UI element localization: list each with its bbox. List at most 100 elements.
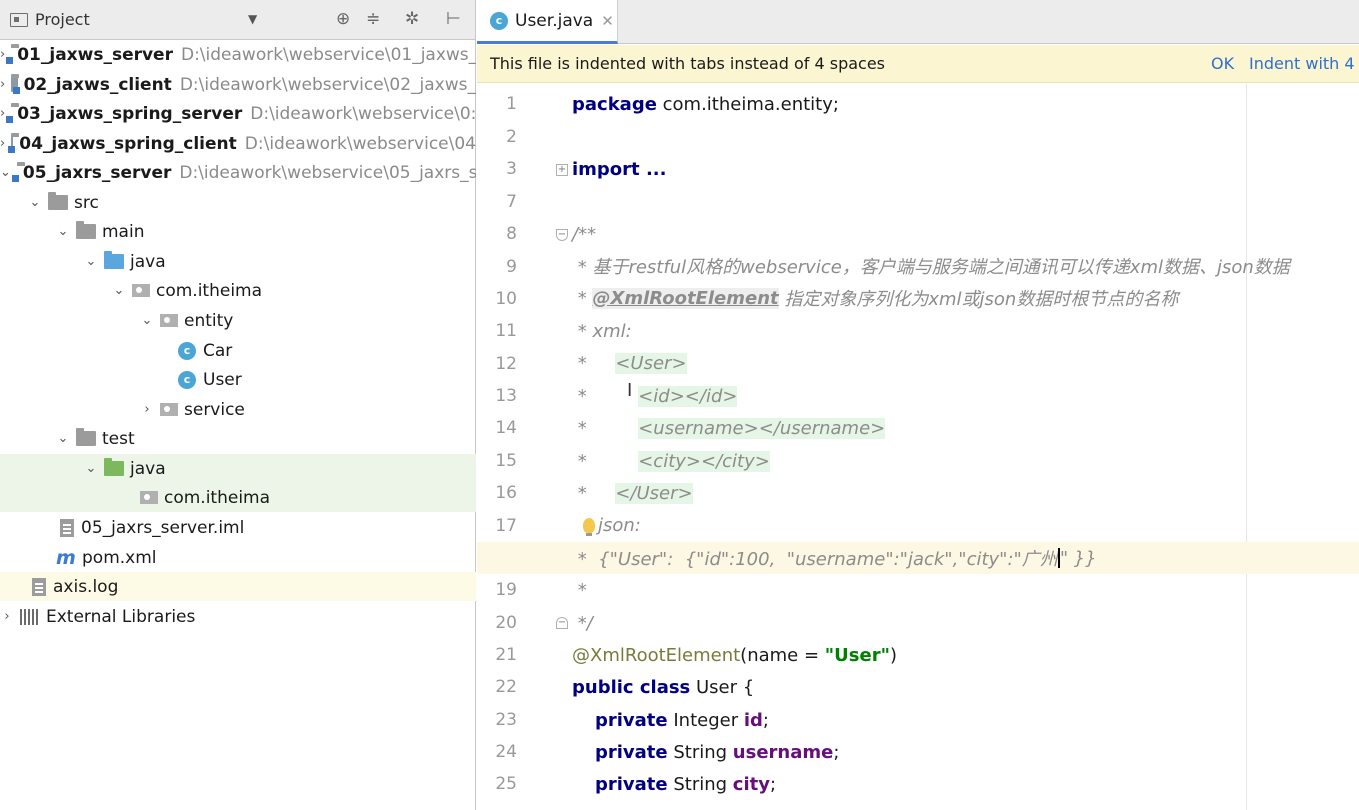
tree-item-test-com-itheima[interactable]: com.itheima: [0, 483, 476, 512]
source-folder-icon: [104, 251, 124, 269]
hide-panel-icon[interactable]: ⊢: [446, 9, 461, 29]
project-icon: [10, 12, 28, 27]
locate-file-icon[interactable]: ⊕: [336, 9, 350, 29]
field-name: city: [732, 773, 770, 795]
tree-item-src[interactable]: ⌄ src: [0, 188, 476, 217]
tree-item-label: com.itheima: [164, 487, 271, 508]
folded-imports[interactable]: ...: [640, 159, 667, 180]
collapse-arrow-icon[interactable]: ⌄: [112, 283, 126, 298]
tree-item-java-test-root[interactable]: ⌄ java: [0, 454, 476, 483]
tree-item-03-jaxws-spring-server[interactable]: › 03_jaxws_spring_server D:\ideawork\web…: [0, 99, 476, 128]
close-tab-icon[interactable]: ✕: [601, 12, 614, 30]
module-file-icon: [60, 518, 74, 537]
keyword-import: import: [572, 158, 640, 180]
tree-item-entity[interactable]: ⌄ entity: [0, 306, 476, 335]
tree-item-label: com.itheima: [156, 280, 263, 301]
expand-arrow-icon[interactable]: ›: [0, 47, 5, 62]
line-number: 25: [495, 774, 517, 794]
tree-item-02-jaxws-client[interactable]: › 02_jaxws_client D:\ideawork\webservice…: [0, 70, 476, 99]
comment-text: json:: [598, 514, 641, 536]
line-number: 11: [495, 321, 517, 341]
tree-item-path: D:\ideawork\webservice\04: [244, 133, 476, 154]
tree-item-pom-xml[interactable]: m pom.xml: [0, 543, 476, 572]
collapse-all-icon[interactable]: ≑: [366, 9, 380, 29]
tree-item-label: pom.xml: [82, 547, 157, 568]
code-line-8: /**: [572, 218, 1359, 250]
xml-tag: <id></id>: [638, 385, 738, 407]
line-number: 16: [495, 483, 517, 503]
code-text-area[interactable]: package com.itheima.entity; import ... /…: [477, 84, 1359, 810]
code-line-12: * <User>: [572, 347, 1359, 379]
comment-star: *: [572, 579, 587, 601]
collapse-arrow-icon[interactable]: ⌄: [140, 313, 154, 328]
comment-star: *: [572, 450, 639, 472]
collapse-arrow-icon[interactable]: ⌄: [56, 431, 70, 446]
collapse-arrow-icon[interactable]: ⌄: [0, 165, 11, 180]
line-number: 15: [495, 451, 517, 471]
tree-item-iml-file[interactable]: 05_jaxrs_server.iml: [0, 513, 476, 542]
tree-item-java-source-root[interactable]: ⌄ java: [0, 247, 476, 276]
expand-arrow-icon[interactable]: ›: [0, 609, 14, 624]
notification-ok-link[interactable]: OK: [1211, 54, 1234, 73]
collapse-arrow-icon[interactable]: ⌄: [84, 254, 98, 269]
tree-item-axis-log[interactable]: axis.log: [0, 572, 476, 601]
tree-item-label: 03_jaxws_spring_server: [17, 103, 243, 124]
keyword-public-class: public class: [572, 676, 691, 698]
tree-item-label: axis.log: [53, 576, 119, 597]
expand-arrow-icon[interactable]: ›: [0, 136, 5, 151]
collapse-arrow-icon[interactable]: ⌄: [28, 195, 42, 210]
xml-tag: <username></username>: [638, 417, 886, 439]
string-literal: "User": [824, 644, 890, 666]
code-line-20: */: [572, 607, 1359, 639]
code-line-9: * 基于restful风格的webservice，客户端与服务端之间通讯可以传递…: [572, 250, 1359, 282]
keyword-private: private: [595, 741, 668, 763]
line-number: 3: [506, 159, 517, 179]
tree-item-path: D:\ideawork\webservice\0:: [250, 103, 476, 124]
javadoc-annotation-link[interactable]: @XmlRootElement: [592, 287, 779, 309]
project-view-dropdown-icon[interactable]: ▼: [248, 12, 257, 26]
comment-text: * 基于restful风格的webservice，客户端与服务端之间通讯可以传递…: [572, 257, 1290, 278]
code-line-13: * <id></id>: [572, 380, 1359, 412]
tree-item-car[interactable]: c Car: [0, 336, 476, 365]
expand-arrow-icon[interactable]: ›: [0, 77, 5, 92]
folder-icon: [48, 192, 68, 210]
tree-item-com-itheima[interactable]: ⌄ com.itheima: [0, 276, 476, 305]
tree-item-01-jaxws-server[interactable]: › 01_jaxws_server D:\ideawork\webservice…: [0, 40, 476, 69]
tree-item-service[interactable]: › service: [0, 395, 476, 424]
line-number-gutter[interactable]: 1 2 3 7 8 9 10 11 12 13 14 15 16 17 18 1…: [477, 84, 568, 810]
tab-user-java[interactable]: c User.java ✕: [477, 0, 618, 44]
module-folder-icon: [8, 133, 20, 153]
package-icon: [140, 491, 158, 504]
tree-item-label: java: [130, 251, 166, 272]
package-name: com.itheima.entity;: [656, 93, 839, 115]
line-number: 19: [495, 580, 517, 600]
tree-item-label: test: [102, 428, 135, 449]
collapse-arrow-icon[interactable]: ⌄: [56, 224, 70, 239]
project-panel-title[interactable]: Project: [35, 10, 90, 29]
settings-gear-icon[interactable]: ✲: [405, 9, 419, 29]
tree-item-05-jaxrs-server[interactable]: ⌄ 05_jaxrs_server D:\ideawork\webservice…: [0, 158, 476, 187]
collapse-arrow-icon[interactable]: ⌄: [84, 461, 98, 476]
line-number: 12: [495, 354, 517, 374]
folder-icon: [76, 221, 96, 239]
tree-item-test[interactable]: ⌄ test: [0, 424, 476, 453]
comment-text: 指定对象序列化为xml或json数据时根节点的名称: [778, 289, 1179, 310]
package-icon: [132, 284, 150, 297]
expand-arrow-icon[interactable]: ›: [0, 106, 5, 121]
line-number: 7: [506, 192, 517, 212]
indent-with-4-link[interactable]: Indent with 4: [1249, 54, 1355, 73]
expand-arrow-icon[interactable]: ›: [140, 402, 154, 417]
tree-item-04-jaxws-spring-client[interactable]: › 04_jaxws_spring_client D:\ideawork\web…: [0, 129, 476, 158]
comment-star: *: [572, 352, 616, 374]
class-icon: c: [178, 370, 196, 389]
comment-star: *: [572, 287, 593, 309]
intention-bulb-icon[interactable]: [583, 517, 595, 536]
tree-item-user[interactable]: c User: [0, 365, 476, 394]
line-number: 2: [506, 127, 517, 147]
tree-item-main[interactable]: ⌄ main: [0, 217, 476, 246]
comment-json-text: * {"User": {"id":100, "username":"jack",…: [572, 549, 1058, 570]
line-number: 21: [495, 645, 517, 665]
indent-notification-bar: This file is indented with tabs instead …: [477, 45, 1359, 83]
code-line-16: * </User>: [572, 477, 1359, 509]
tree-item-external-libraries[interactable]: › External Libraries: [0, 602, 476, 631]
